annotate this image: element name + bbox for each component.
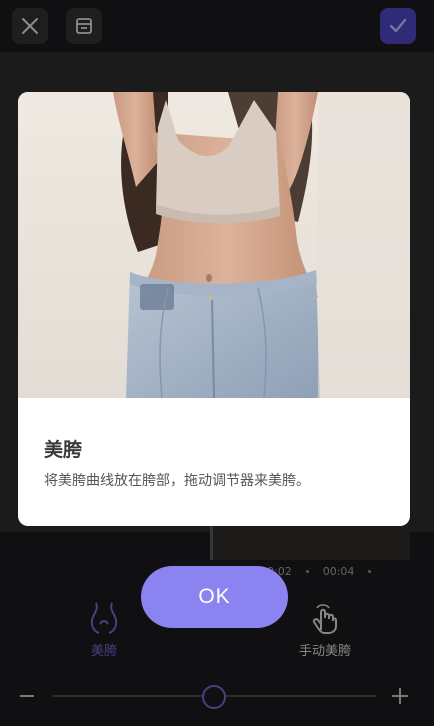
dialog-title: 美胯 [44, 439, 83, 461]
tutorial-dialog: 美胯 将美胯曲线放在胯部，拖动调节器来美胯。 [18, 92, 410, 526]
dialog-description: 将美胯曲线放在胯部，拖动调节器来美胯。 [44, 473, 310, 489]
ok-button[interactable]: OK [141, 566, 288, 628]
tutorial-image [18, 92, 410, 398]
